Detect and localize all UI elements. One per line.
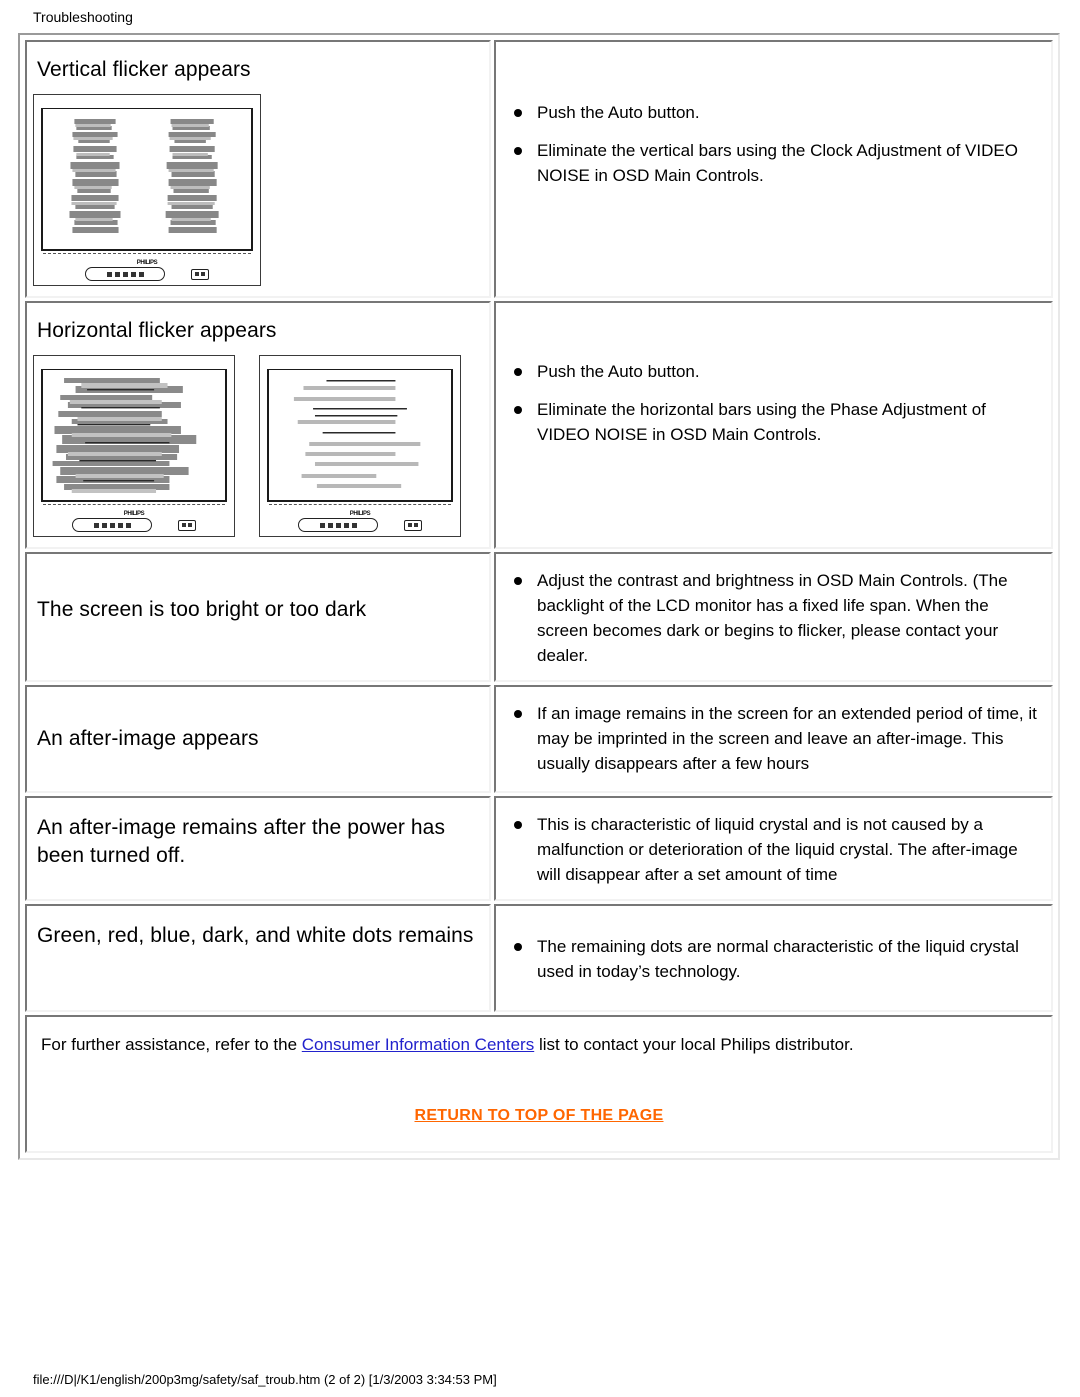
table-row-footer: For further assistance, refer to the Con… — [25, 1015, 1053, 1153]
symptom-cell-after-image: An after-image appears — [25, 685, 491, 793]
list-item: Push the Auto button. — [496, 100, 1043, 125]
list-item: Push the Auto button. — [496, 359, 1043, 384]
symptom-cell-vertical-flicker: Vertical flicker appears PHILIPS — [25, 40, 491, 298]
list-item: Eliminate the vertical bars using the Cl… — [496, 138, 1043, 188]
horizontal-flicker-bars-heavy — [52, 378, 197, 493]
monitor-illustration: PHILIPS — [33, 355, 235, 537]
solution-cell-dots: The remaining dots are normal characteri… — [494, 904, 1053, 1012]
monitor-control-buttons — [85, 267, 165, 281]
monitor-illustration: PHILIPS — [259, 355, 461, 537]
monitor-top-strip — [45, 369, 220, 370]
troubleshooting-table-frame: Vertical flicker appears PHILIPS Push th… — [18, 33, 1060, 1160]
assistance-text-before: For further assistance, refer to the — [41, 1035, 302, 1054]
table-row: An after-image appears If an image remai… — [25, 685, 1053, 793]
solution-cell-vertical-flicker: Push the Auto button. Eliminate the vert… — [494, 40, 1053, 298]
horizontal-flicker-bars-light — [293, 380, 421, 488]
monitor-top-strip — [45, 108, 245, 109]
assistance-text: For further assistance, refer to the Con… — [27, 1017, 1051, 1071]
table-row: Horizontal flicker appears PHILIPS PHILI… — [25, 301, 1053, 549]
solution-list: This is characteristic of liquid crystal… — [496, 812, 1043, 887]
table-row: Green, red, blue, dark, and white dots r… — [25, 904, 1053, 1012]
solution-list: Push the Auto button. Eliminate the vert… — [496, 100, 1043, 188]
symptom-title: Horizontal flicker appears — [37, 319, 277, 342]
list-item: The remaining dots are normal characteri… — [496, 934, 1043, 984]
page-title: Troubleshooting — [33, 9, 133, 25]
monitor-power-button — [178, 519, 196, 531]
monitor-brand-label: PHILIPS — [123, 511, 145, 517]
solution-list: The remaining dots are normal characteri… — [496, 934, 1043, 984]
assistance-text-after: list to contact your local Philips distr… — [534, 1035, 854, 1054]
list-item: This is characteristic of liquid crystal… — [496, 812, 1043, 887]
return-to-top-wrapper: RETURN TO TOP OF THE PAGE — [27, 1071, 1051, 1151]
solution-list: If an image remains in the screen for an… — [496, 701, 1043, 776]
illustration-horizontal-flicker: PHILIPS PHILIPS — [27, 351, 489, 547]
illustration-vertical-flicker: PHILIPS — [27, 90, 489, 296]
monitor-illustration: PHILIPS — [33, 94, 261, 286]
symptom-title: An after-image remains after the power h… — [37, 816, 446, 867]
symptom-title: Green, red, blue, dark, and white dots r… — [37, 924, 474, 947]
solution-list: Adjust the contrast and brightness in OS… — [496, 568, 1043, 668]
solution-list: Push the Auto button. Eliminate the hori… — [496, 359, 1043, 447]
vertical-flicker-bars — [69, 119, 219, 233]
symptom-cell-after-image-power-off: An after-image remains after the power h… — [25, 796, 491, 901]
troubleshooting-table: Vertical flicker appears PHILIPS Push th… — [22, 37, 1056, 1156]
solution-cell-horizontal-flicker: Push the Auto button. Eliminate the hori… — [494, 301, 1053, 549]
monitor-top-strip — [271, 369, 446, 370]
return-to-top-link[interactable]: RETURN TO TOP OF THE PAGE — [414, 1107, 663, 1124]
monitor-brand-label: PHILIPS — [136, 260, 158, 266]
symptom-cell-brightness: The screen is too bright or too dark — [25, 552, 491, 682]
table-row: An after-image remains after the power h… — [25, 796, 1053, 901]
file-path-footer: file:///D|/K1/english/200p3mg/safety/saf… — [33, 1372, 497, 1387]
monitor-control-buttons — [298, 518, 378, 532]
symptom-cell-dots: Green, red, blue, dark, and white dots r… — [25, 904, 491, 1012]
list-item: If an image remains in the screen for an… — [496, 701, 1043, 776]
assistance-cell: For further assistance, refer to the Con… — [25, 1015, 1053, 1153]
monitor-brand-label: PHILIPS — [349, 511, 371, 517]
symptom-title: Vertical flicker appears — [37, 58, 251, 81]
table-row: Vertical flicker appears PHILIPS Push th… — [25, 40, 1053, 298]
monitor-power-button — [191, 268, 209, 280]
list-item: Adjust the contrast and brightness in OS… — [496, 568, 1043, 668]
symptom-title: An after-image appears — [37, 727, 259, 750]
symptom-title: The screen is too bright or too dark — [37, 598, 367, 621]
consumer-information-centers-link[interactable]: Consumer Information Centers — [302, 1035, 534, 1054]
monitor-control-buttons — [72, 518, 152, 532]
list-item: Eliminate the horizontal bars using the … — [496, 397, 1043, 447]
solution-cell-after-image-power-off: This is characteristic of liquid crystal… — [494, 796, 1053, 901]
table-row: The screen is too bright or too dark Adj… — [25, 552, 1053, 682]
symptom-cell-horizontal-flicker: Horizontal flicker appears PHILIPS PHILI… — [25, 301, 491, 549]
monitor-power-button — [404, 519, 422, 531]
solution-cell-after-image: If an image remains in the screen for an… — [494, 685, 1053, 793]
solution-cell-brightness: Adjust the contrast and brightness in OS… — [494, 552, 1053, 682]
